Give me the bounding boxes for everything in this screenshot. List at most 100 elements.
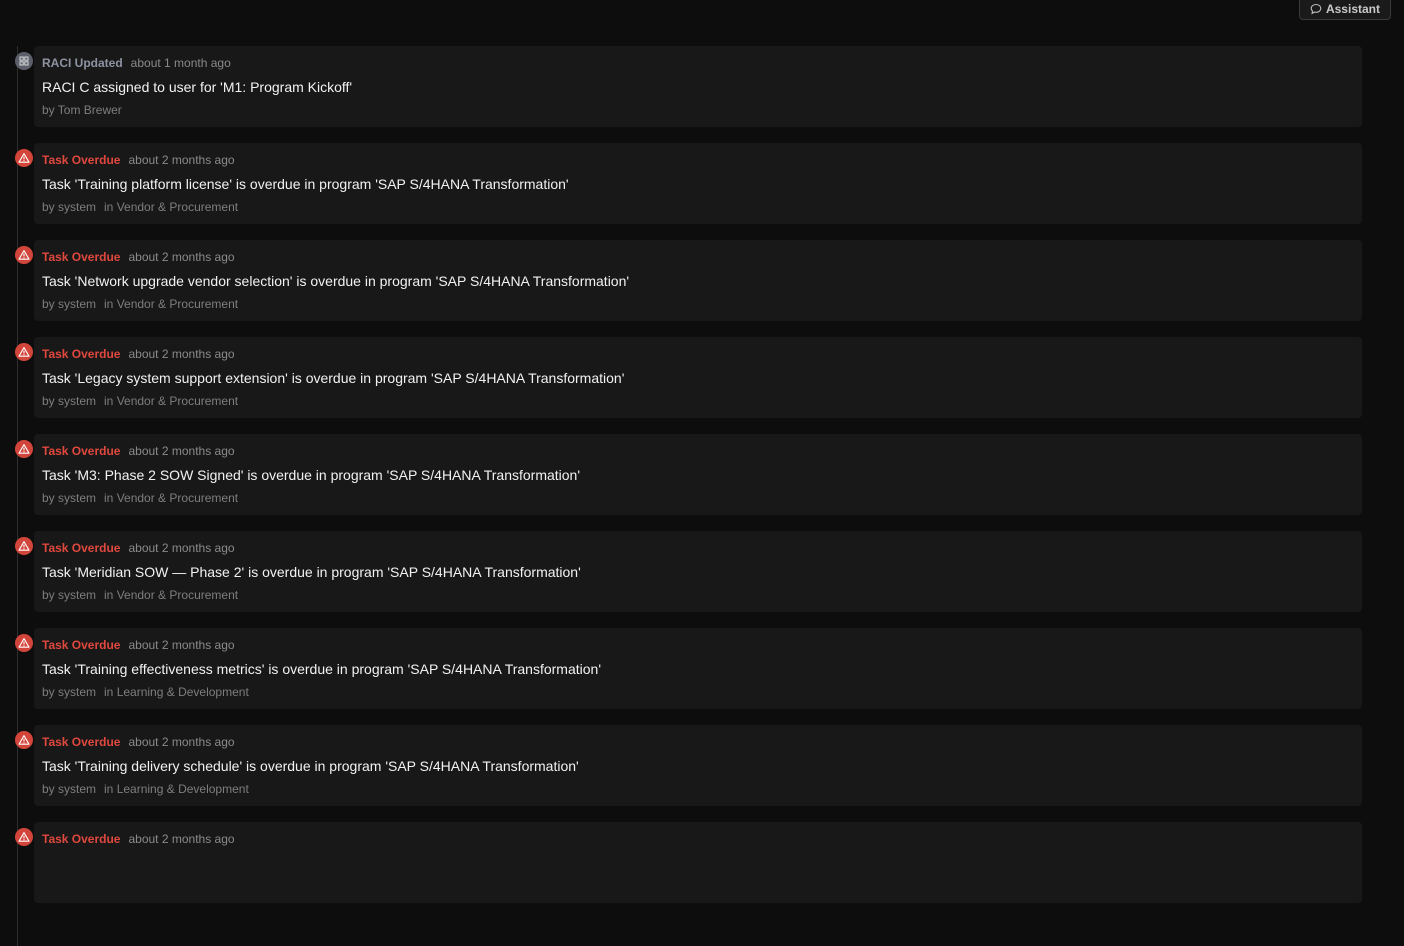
event-card[interactable]: Task Overdue about 2 months ago Task 'Ne… — [34, 240, 1362, 321]
event-header: Task Overdue about 2 months ago — [42, 832, 1354, 846]
timeline-event: Task Overdue about 2 months ago Task 'Tr… — [0, 143, 1404, 224]
event-message: Task 'Meridian SOW — Phase 2' is overdue… — [42, 564, 581, 580]
event-dot — [15, 634, 33, 652]
event-footer: by Tom Brewer — [42, 103, 1354, 117]
event-dot — [15, 343, 33, 361]
event-header: Task Overdue about 2 months ago — [42, 153, 1354, 167]
event-context: in Vendor & Procurement — [104, 588, 239, 602]
event-author: by system — [42, 394, 97, 408]
event-type: Task Overdue — [42, 638, 121, 652]
event-time: about 2 months ago — [128, 832, 235, 846]
warning-icon — [18, 637, 30, 649]
event-dot — [15, 149, 33, 167]
event-header: Task Overdue about 2 months ago — [42, 638, 1354, 652]
event-message: Task 'Legacy system support extension' i… — [42, 370, 625, 386]
event-dot — [15, 828, 33, 846]
event-header: Task Overdue about 2 months ago — [42, 735, 1354, 749]
event-context: in Vendor & Procurement — [104, 491, 239, 505]
event-author: by system — [42, 491, 97, 505]
event-footer: by system in Learning & Development — [42, 782, 1354, 796]
event-author: by system — [42, 297, 97, 311]
event-footer: by system in Learning & Development — [42, 685, 1354, 699]
event-type: RACI Updated — [42, 56, 123, 70]
event-context: in Learning & Development — [104, 782, 249, 796]
event-dot — [15, 246, 33, 264]
raci-icon — [19, 56, 29, 66]
event-card[interactable]: Task Overdue about 2 months ago Task 'Tr… — [34, 628, 1362, 709]
event-time: about 2 months ago — [128, 638, 235, 652]
timeline-event: RACI Updated about 1 month ago RACI C as… — [0, 46, 1404, 127]
event-time: about 2 months ago — [128, 347, 235, 361]
event-message: RACI C assigned to user for 'M1: Program… — [42, 79, 353, 95]
timeline-event: Task Overdue about 2 months ago Task 'Ne… — [0, 240, 1404, 321]
event-card[interactable]: RACI Updated about 1 month ago RACI C as… — [34, 46, 1362, 127]
timeline-event: Task Overdue about 2 months ago Task 'Tr… — [0, 628, 1404, 709]
event-dot — [15, 731, 33, 749]
event-footer: by system in Vendor & Procurement — [42, 200, 1354, 214]
event-message: Task 'Training platform license' is over… — [42, 176, 569, 192]
event-dot — [15, 440, 33, 458]
event-card[interactable]: Task Overdue about 2 months ago Task 'Tr… — [34, 725, 1362, 806]
event-card[interactable]: Task Overdue about 2 months ago Task 'M3… — [34, 434, 1362, 515]
event-type: Task Overdue — [42, 250, 121, 264]
event-context: in Vendor & Procurement — [104, 297, 239, 311]
warning-icon — [18, 152, 30, 164]
timeline-event: Task Overdue about 2 months ago — [0, 822, 1404, 903]
event-author: by system — [42, 685, 97, 699]
assistant-button[interactable]: Assistant — [1298, 0, 1391, 20]
event-message: Task 'Training effectiveness metrics' is… — [42, 661, 602, 677]
event-time: about 2 months ago — [128, 444, 235, 458]
event-context: in Vendor & Procurement — [104, 394, 239, 408]
event-type: Task Overdue — [42, 444, 121, 458]
event-message — [42, 855, 1354, 871]
event-type: Task Overdue — [42, 347, 121, 361]
warning-icon — [18, 249, 30, 261]
event-footer: by system in Vendor & Procurement — [42, 297, 1354, 311]
event-type: Task Overdue — [42, 541, 121, 555]
event-footer: by system in Vendor & Procurement — [42, 588, 1354, 602]
warning-icon — [18, 831, 30, 843]
event-context: in Learning & Development — [104, 685, 249, 699]
event-author: by system — [42, 200, 97, 214]
event-card[interactable]: Task Overdue about 2 months ago Task 'Le… — [34, 337, 1362, 418]
event-time: about 2 months ago — [128, 153, 235, 167]
event-footer: by system in Vendor & Procurement — [42, 394, 1354, 408]
event-type: Task Overdue — [42, 735, 121, 749]
event-list: RACI Updated about 1 month ago RACI C as… — [0, 46, 1404, 903]
warning-icon — [18, 443, 30, 455]
event-context: in Vendor & Procurement — [104, 200, 239, 214]
event-type: Task Overdue — [42, 832, 121, 846]
event-header: Task Overdue about 2 months ago — [42, 541, 1354, 555]
timeline-event: Task Overdue about 2 months ago Task 'M3… — [0, 434, 1404, 515]
event-author: by system — [42, 782, 97, 796]
event-message: Task 'Network upgrade vendor selection' … — [42, 273, 630, 289]
event-header: Task Overdue about 2 months ago — [42, 250, 1354, 264]
event-author: by system — [42, 588, 97, 602]
timeline-event: Task Overdue about 2 months ago Task 'Le… — [0, 337, 1404, 418]
event-dot — [15, 52, 33, 70]
event-message: Task 'Training delivery schedule' is ove… — [42, 758, 579, 774]
activity-timeline: RACI Updated about 1 month ago RACI C as… — [0, 46, 1404, 946]
event-author: by Tom Brewer — [42, 103, 122, 117]
chat-bubble-icon — [1310, 3, 1322, 15]
event-header: Task Overdue about 2 months ago — [42, 347, 1354, 361]
event-header: RACI Updated about 1 month ago — [42, 56, 1354, 70]
event-time: about 1 month ago — [130, 56, 231, 70]
event-dot — [15, 537, 33, 555]
event-time: about 2 months ago — [128, 250, 235, 264]
timeline-event: Task Overdue about 2 months ago Task 'Tr… — [0, 725, 1404, 806]
event-header: Task Overdue about 2 months ago — [42, 444, 1354, 458]
warning-icon — [18, 540, 30, 552]
event-card[interactable]: Task Overdue about 2 months ago — [34, 822, 1362, 903]
timeline-event: Task Overdue about 2 months ago Task 'Me… — [0, 531, 1404, 612]
event-type: Task Overdue — [42, 153, 121, 167]
assistant-label: Assistant — [1325, 2, 1380, 16]
event-message: Task 'M3: Phase 2 SOW Signed' is overdue… — [42, 467, 581, 483]
event-time: about 2 months ago — [128, 735, 235, 749]
warning-icon — [18, 346, 30, 358]
warning-icon — [18, 734, 30, 746]
event-card[interactable]: Task Overdue about 2 months ago Task 'Me… — [34, 531, 1362, 612]
top-bar: Assistant — [0, 0, 1404, 30]
event-time: about 2 months ago — [128, 541, 235, 555]
event-card[interactable]: Task Overdue about 2 months ago Task 'Tr… — [34, 143, 1362, 224]
